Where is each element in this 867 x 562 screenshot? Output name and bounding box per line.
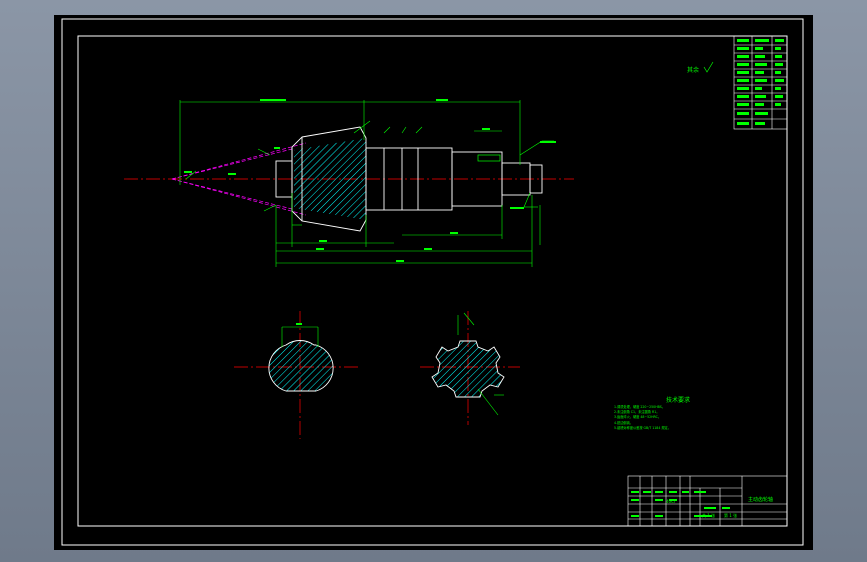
gear-section-hatch: [294, 138, 366, 220]
tech-requirements-title: 技术要求: [666, 397, 691, 404]
section-view-flat: [234, 311, 358, 439]
material-label: 40Cr: [666, 499, 676, 504]
parameter-table-text: [737, 39, 784, 125]
roughness-symbol-icon: [703, 61, 714, 73]
tech-requirement-line: 5.键槽对称度公差按 GB/T 1184 规定。: [614, 425, 671, 430]
inner-frame: [77, 35, 788, 527]
dimension-values: [184, 99, 556, 262]
scale-text-label: 共 1 张: [702, 513, 716, 518]
roughness-note: 其余: [687, 66, 699, 74]
outer-frame: [61, 18, 804, 546]
dimension-lines: [179, 100, 554, 267]
sheet-text-label: 第 1 张: [724, 513, 738, 518]
section-view-spline: [420, 311, 520, 425]
drawing-sheet: 其余 主动齿轮轴 共 1 张 第 1 张 40Cr 技术要求 1.调质处理，硬度…: [54, 15, 813, 550]
keyway-slot: [477, 154, 501, 162]
cad-drawing-canvas: 其余: [61, 18, 804, 546]
part-name-label: 主动齿轮轴: [748, 497, 774, 503]
